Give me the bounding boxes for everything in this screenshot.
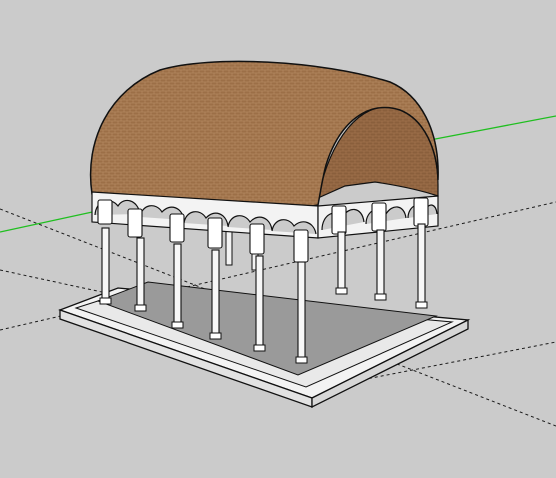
side-columns[interactable] bbox=[335, 223, 428, 309]
3d-scene[interactable] bbox=[0, 0, 556, 478]
modeling-viewport[interactable] bbox=[0, 0, 556, 478]
green-axis-far bbox=[429, 115, 556, 141]
